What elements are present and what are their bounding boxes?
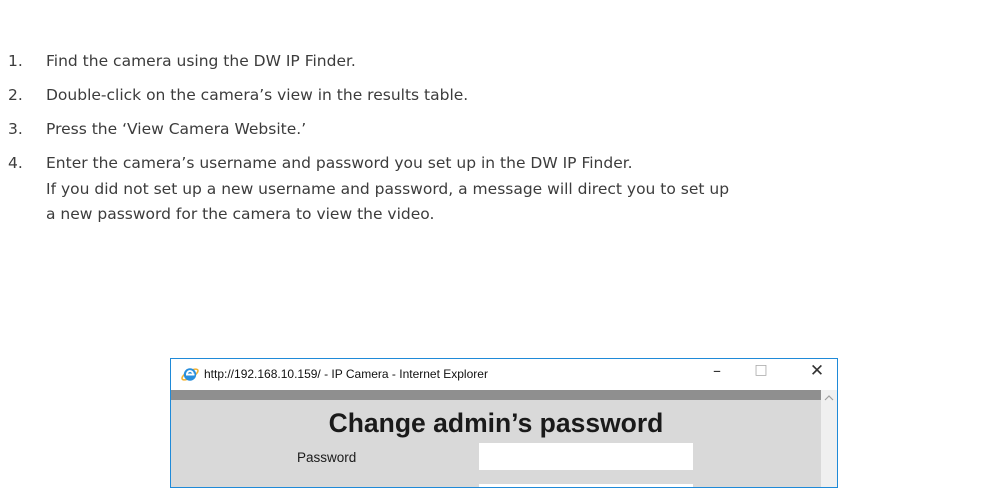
step-number: 1.	[8, 52, 23, 70]
step-line: Find the camera using the DW IP Finder.	[46, 52, 356, 70]
browser-window-screenshot: http://192.168.10.159/ - IP Camera - Int…	[170, 358, 838, 488]
maximize-button[interactable]: □	[741, 362, 781, 384]
scroll-up-arrow-icon[interactable]	[823, 392, 835, 404]
step-number: 3.	[8, 120, 23, 138]
minimize-button[interactable]: –	[697, 361, 737, 383]
password-label: Password	[297, 450, 357, 465]
page-header-strip	[171, 390, 821, 400]
page-title: Change admin’s password	[328, 408, 664, 438]
password-field[interactable]	[479, 443, 693, 470]
step-line: Enter the camera’s username and password…	[46, 154, 633, 172]
step-line: Double-click on the camera’s view in the…	[46, 86, 469, 104]
step-line: If you did not set up a new username and…	[46, 179, 730, 198]
step-line: Press the ‘View Camera Website.’	[46, 120, 307, 138]
internet-explorer-icon	[181, 368, 199, 381]
window-title: http://192.168.10.159/ - IP Camera - Int…	[204, 367, 488, 381]
step-text: Enter the camera’s username and password…	[46, 151, 729, 228]
step-number: 4.	[8, 154, 23, 172]
step-text: Press the ‘View Camera Website.’	[46, 117, 306, 143]
close-button[interactable]: ✕	[797, 361, 837, 383]
window-titlebar: http://192.168.10.159/ - IP Camera - Int…	[171, 359, 837, 390]
step-number: 2.	[8, 86, 23, 104]
confirm-password-field[interactable]	[479, 484, 693, 487]
step-text: Double-click on the camera’s view in the…	[46, 83, 468, 109]
vertical-scrollbar[interactable]	[821, 390, 837, 487]
step-text: Find the camera using the DW IP Finder.	[46, 49, 356, 75]
step-line: a new password for the camera to view th…	[46, 205, 435, 223]
